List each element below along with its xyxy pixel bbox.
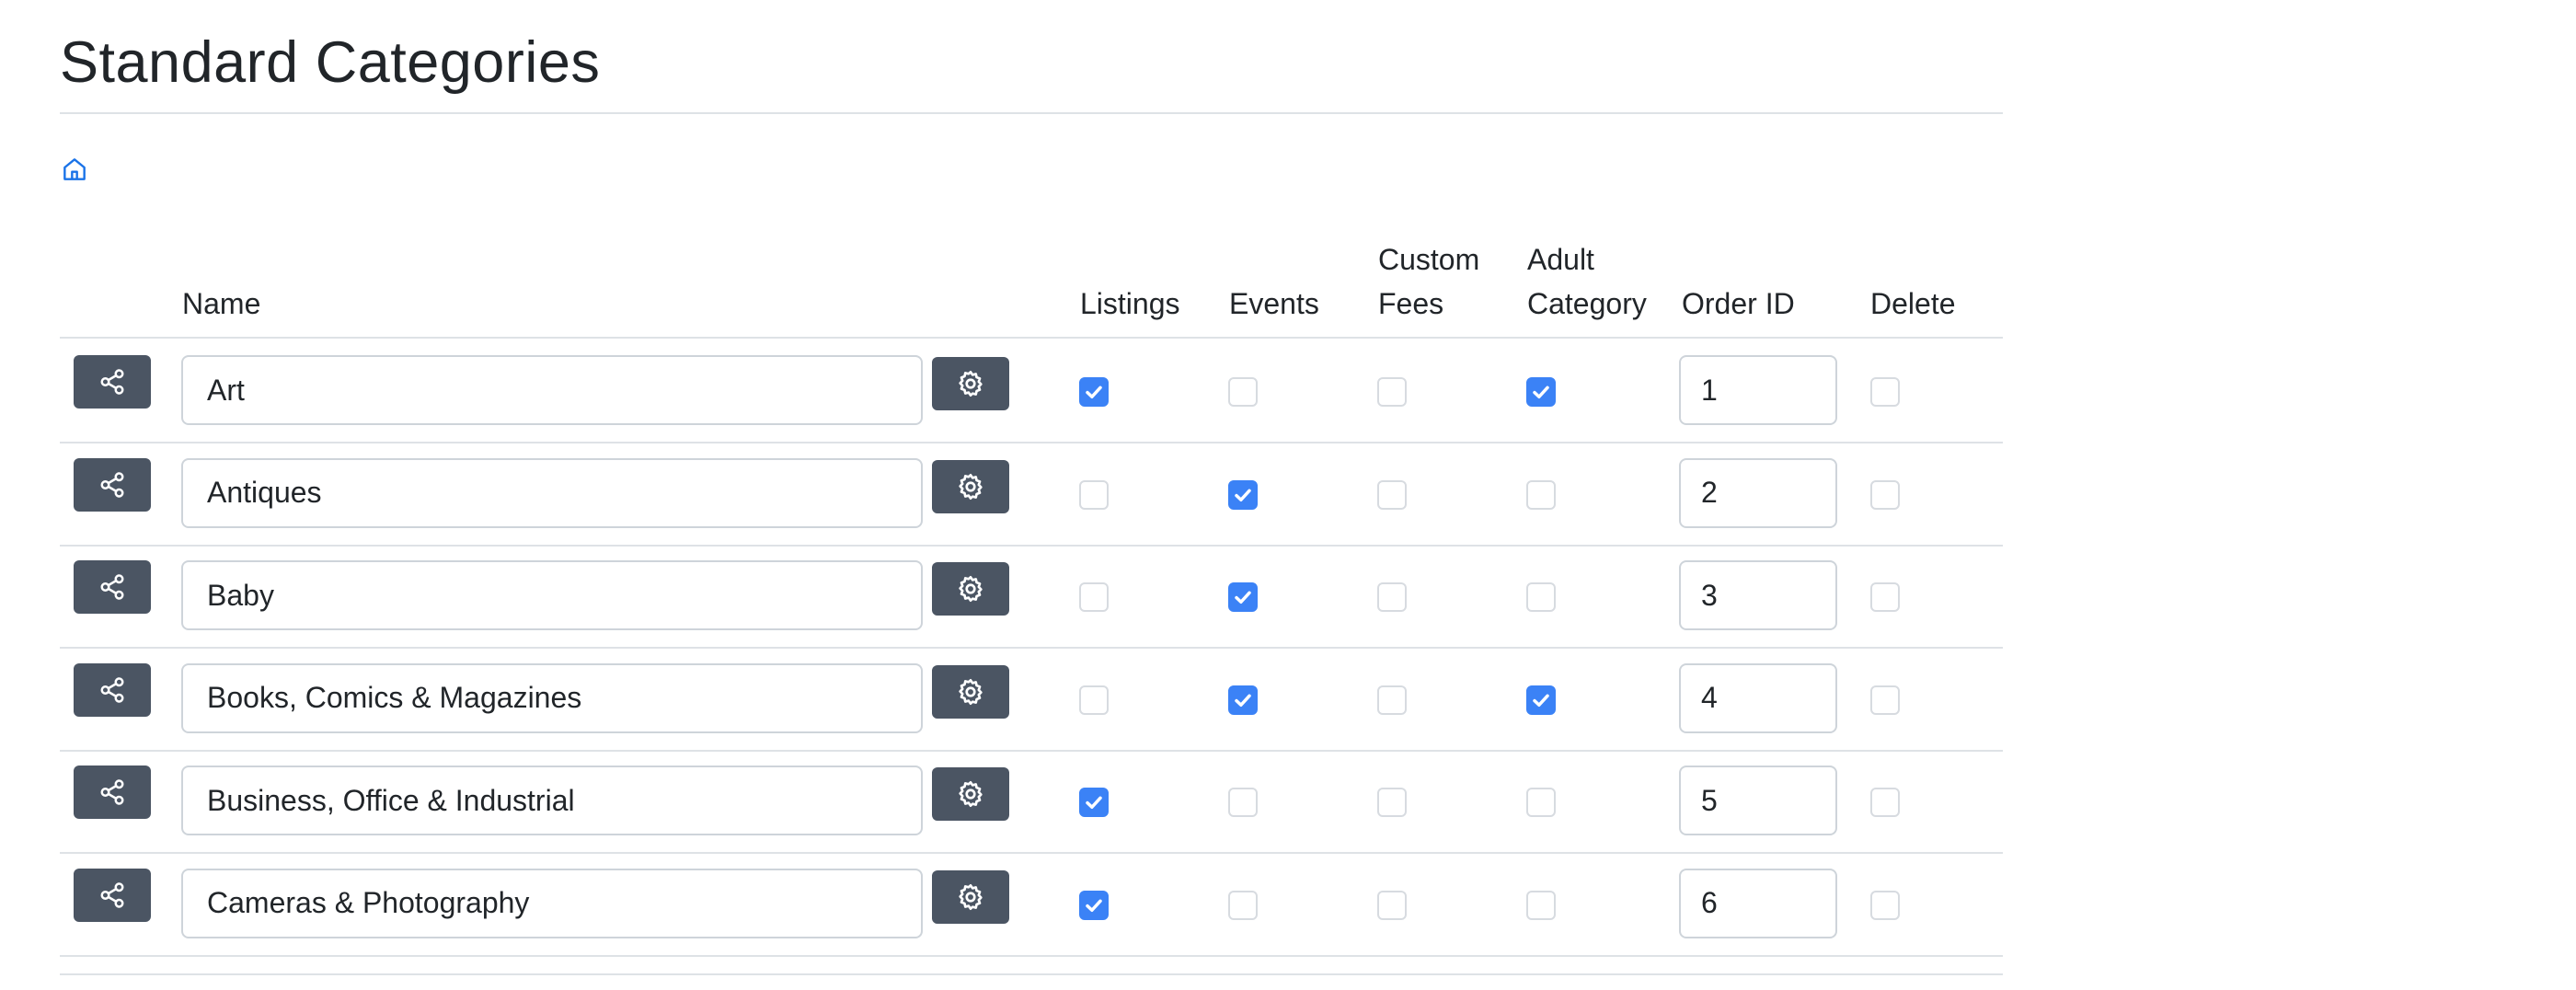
custom-fees-checkbox[interactable] bbox=[1377, 685, 1407, 715]
table-row bbox=[60, 546, 2003, 649]
listings-checkbox[interactable] bbox=[1079, 377, 1109, 407]
custom-fees-checkbox[interactable] bbox=[1377, 788, 1407, 817]
category-name-input[interactable] bbox=[181, 766, 923, 835]
category-name-input[interactable] bbox=[181, 868, 923, 938]
category-name-input[interactable] bbox=[181, 662, 923, 733]
delete-checkbox[interactable] bbox=[1870, 582, 1900, 612]
table-row bbox=[60, 649, 2003, 752]
category-name-input[interactable] bbox=[181, 457, 923, 528]
order-id-input[interactable] bbox=[1679, 457, 1837, 528]
custom-fees-checkbox[interactable] bbox=[1377, 582, 1407, 612]
delete-checkbox[interactable] bbox=[1870, 685, 1900, 715]
column-header-custom-fees: Custom Fees bbox=[1378, 237, 1479, 326]
check-icon bbox=[1235, 489, 1251, 501]
home-icon bbox=[63, 158, 86, 180]
share-icon bbox=[100, 369, 124, 395]
share-button[interactable] bbox=[74, 766, 151, 819]
order-id-input[interactable] bbox=[1679, 560, 1837, 630]
column-header-adult-category-line2: Category bbox=[1527, 287, 1647, 320]
category-name-input[interactable] bbox=[181, 560, 923, 630]
share-button[interactable] bbox=[74, 662, 151, 717]
table-row bbox=[60, 340, 2003, 443]
adult-category-checkbox[interactable] bbox=[1526, 890, 1556, 920]
share-icon bbox=[100, 471, 124, 498]
order-id-input[interactable] bbox=[1679, 766, 1837, 835]
adult-category-checkbox[interactable] bbox=[1526, 788, 1556, 817]
order-id-input[interactable] bbox=[1679, 868, 1837, 938]
check-icon bbox=[1533, 694, 1549, 707]
category-name-input[interactable] bbox=[181, 355, 923, 425]
adult-category-checkbox[interactable] bbox=[1526, 377, 1556, 407]
column-header-order-id: Order ID bbox=[1682, 287, 1795, 320]
share-button[interactable] bbox=[74, 868, 151, 922]
share-icon bbox=[100, 779, 124, 805]
gear-icon bbox=[959, 576, 983, 602]
column-header-custom-fees-line1: Custom bbox=[1378, 243, 1480, 276]
listings-checkbox[interactable] bbox=[1079, 479, 1109, 510]
delete-checkbox[interactable] bbox=[1870, 479, 1900, 510]
listings-checkbox[interactable] bbox=[1079, 890, 1109, 920]
table-row bbox=[60, 443, 2003, 547]
share-button[interactable] bbox=[74, 355, 151, 409]
category-settings-button[interactable] bbox=[932, 459, 1009, 513]
events-checkbox[interactable] bbox=[1228, 685, 1258, 715]
adult-category-checkbox[interactable] bbox=[1526, 582, 1556, 612]
column-header-events: Events bbox=[1229, 287, 1319, 320]
breadcrumb-home-link[interactable] bbox=[60, 155, 89, 184]
column-header-name: Name bbox=[182, 287, 261, 320]
check-icon bbox=[1235, 591, 1251, 604]
table-header: Name Listings Events Custom Fees Adult C… bbox=[60, 230, 2003, 339]
category-settings-button[interactable] bbox=[932, 869, 1009, 924]
custom-fees-checkbox[interactable] bbox=[1377, 479, 1407, 510]
title-divider bbox=[60, 112, 2003, 114]
custom-fees-checkbox[interactable] bbox=[1377, 377, 1407, 407]
gear-icon bbox=[959, 678, 983, 705]
gear-icon bbox=[959, 883, 983, 910]
order-id-input[interactable] bbox=[1679, 355, 1837, 425]
order-id-input[interactable] bbox=[1679, 662, 1837, 733]
share-icon bbox=[100, 881, 124, 908]
check-icon bbox=[1086, 796, 1102, 809]
events-checkbox[interactable] bbox=[1228, 890, 1258, 920]
gear-icon bbox=[959, 371, 983, 397]
column-header-delete: Delete bbox=[1870, 287, 1956, 320]
share-button[interactable] bbox=[74, 457, 151, 512]
listings-checkbox[interactable] bbox=[1079, 685, 1109, 715]
column-header-custom-fees-line2: Fees bbox=[1378, 287, 1444, 320]
column-header-adult-category-line1: Adult bbox=[1527, 243, 1594, 276]
events-checkbox[interactable] bbox=[1228, 479, 1258, 510]
check-icon bbox=[1086, 386, 1102, 398]
check-icon bbox=[1533, 386, 1549, 398]
category-settings-button[interactable] bbox=[932, 562, 1009, 616]
table-row bbox=[60, 751, 2003, 854]
events-checkbox[interactable] bbox=[1228, 582, 1258, 612]
check-icon bbox=[1086, 899, 1102, 912]
category-settings-button[interactable] bbox=[932, 767, 1009, 821]
events-checkbox[interactable] bbox=[1228, 788, 1258, 817]
adult-category-checkbox[interactable] bbox=[1526, 685, 1556, 715]
column-header-adult-category: Adult Category bbox=[1527, 237, 1647, 326]
delete-checkbox[interactable] bbox=[1870, 377, 1900, 407]
share-icon bbox=[100, 574, 124, 600]
listings-checkbox[interactable] bbox=[1079, 582, 1109, 612]
page-title: Standard Categories bbox=[60, 30, 601, 95]
custom-fees-checkbox[interactable] bbox=[1377, 890, 1407, 920]
share-icon bbox=[100, 676, 124, 703]
delete-checkbox[interactable] bbox=[1870, 890, 1900, 920]
category-settings-button[interactable] bbox=[932, 664, 1009, 719]
table-row bbox=[60, 854, 2003, 957]
adult-category-checkbox[interactable] bbox=[1526, 479, 1556, 510]
delete-checkbox[interactable] bbox=[1870, 788, 1900, 817]
check-icon bbox=[1235, 694, 1251, 707]
table-bottom-divider bbox=[60, 973, 2003, 975]
gear-icon bbox=[959, 473, 983, 500]
gear-icon bbox=[959, 781, 983, 807]
share-button[interactable] bbox=[74, 560, 151, 614]
category-settings-button[interactable] bbox=[932, 357, 1009, 410]
events-checkbox[interactable] bbox=[1228, 377, 1258, 407]
column-header-listings: Listings bbox=[1080, 287, 1180, 320]
listings-checkbox[interactable] bbox=[1079, 788, 1109, 817]
